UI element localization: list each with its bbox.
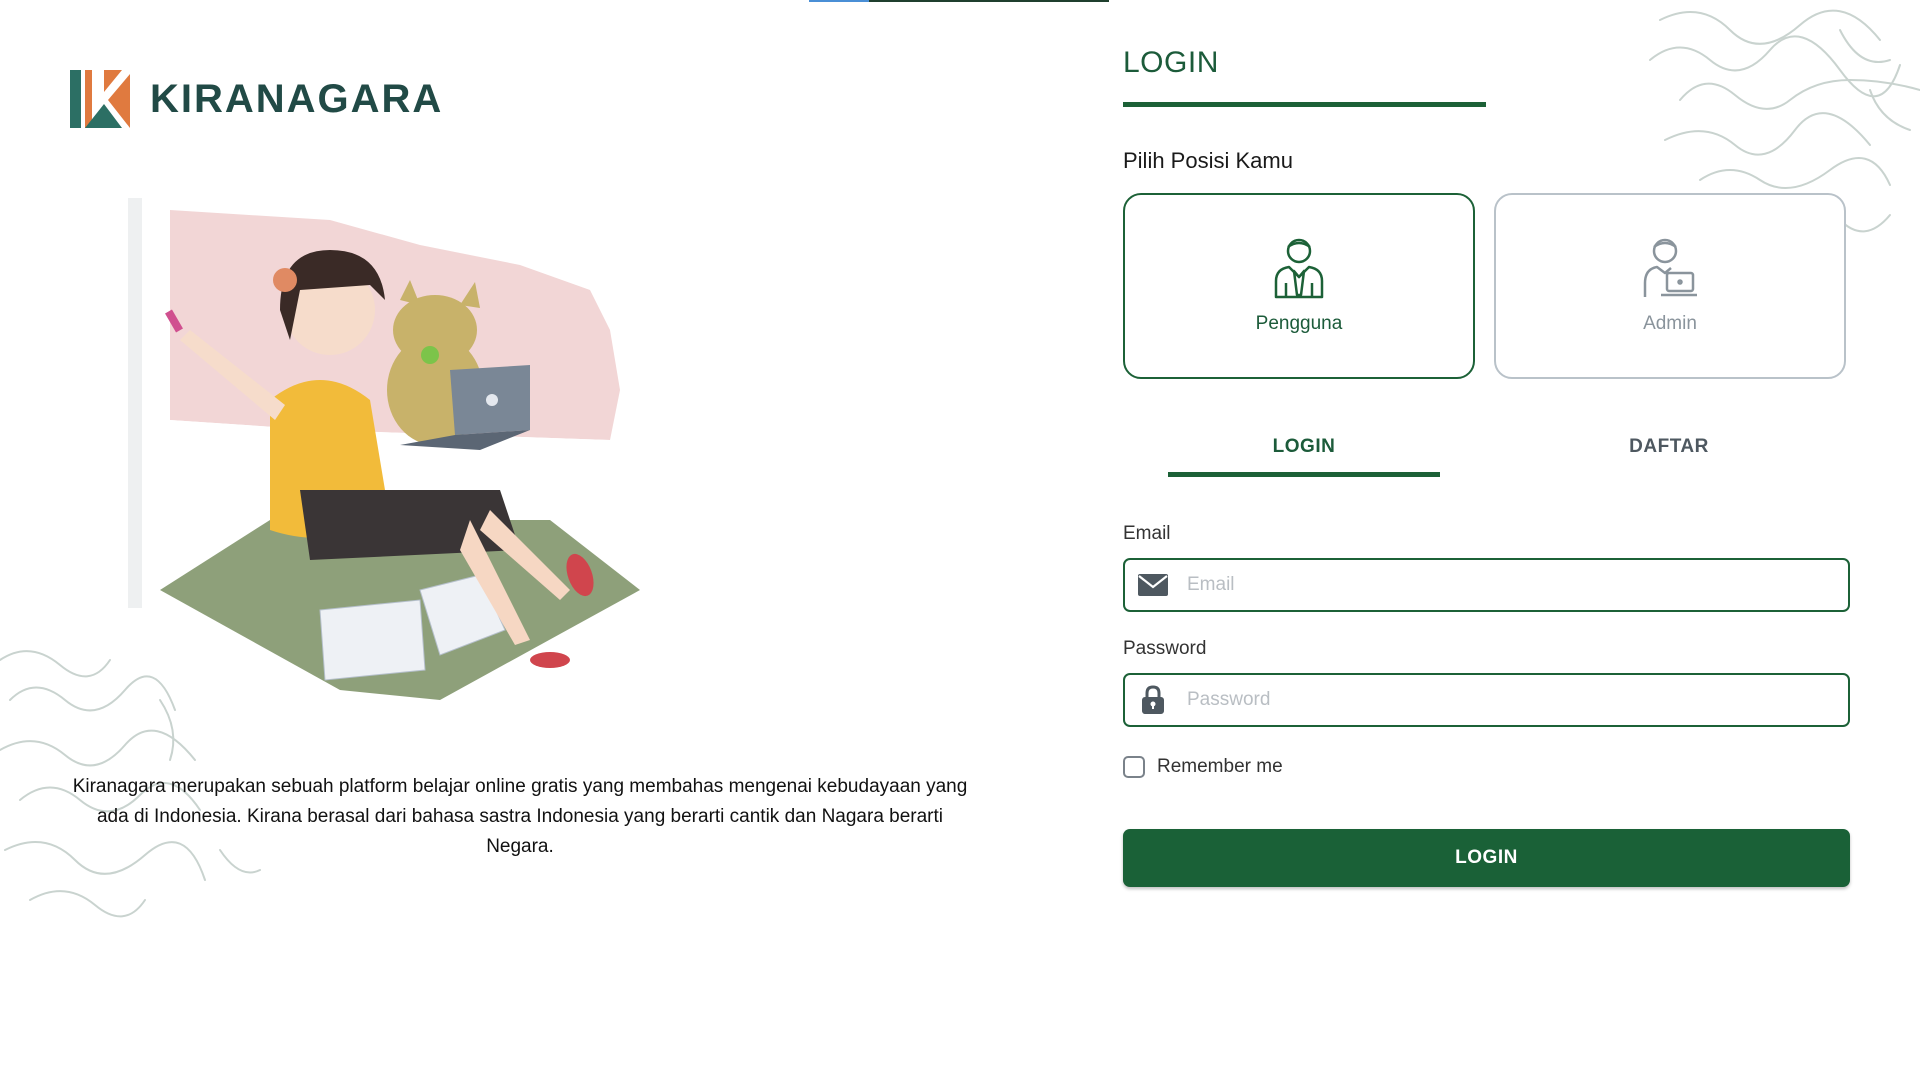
- tab-login[interactable]: LOGIN: [1168, 436, 1440, 458]
- remember-me-label: Remember me: [1157, 756, 1283, 777]
- role-label-admin: Admin: [1643, 313, 1697, 334]
- kiranagara-logo-icon: [70, 70, 130, 128]
- admin-icon: [1643, 238, 1697, 297]
- top-progress-bar: [809, 0, 1109, 2]
- role-card-admin[interactable]: Admin: [1494, 193, 1846, 379]
- active-tab-indicator: [1168, 472, 1440, 477]
- password-field-wrapper: [1123, 673, 1850, 727]
- email-label: Email: [1123, 523, 1171, 544]
- login-button[interactable]: LOGIN: [1123, 829, 1850, 887]
- brand-logo[interactable]: KIRANAGARA: [70, 70, 443, 128]
- email-field-wrapper: [1123, 558, 1850, 612]
- tab-daftar[interactable]: DAFTAR: [1533, 436, 1805, 458]
- password-label: Password: [1123, 638, 1207, 659]
- remember-me-checkbox[interactable]: [1123, 756, 1145, 778]
- lock-icon: [1138, 685, 1168, 714]
- login-title-underline: [1123, 102, 1486, 107]
- platform-description: Kiranagara merupakan sebuah platform bel…: [72, 776, 968, 857]
- user-icon: [1274, 238, 1324, 299]
- login-title: LOGIN: [1123, 46, 1219, 79]
- email-input[interactable]: [1185, 573, 1829, 597]
- hero-illustration: [128, 198, 640, 700]
- role-card-pengguna[interactable]: Pengguna: [1123, 193, 1475, 379]
- choose-position-label: Pilih Posisi Kamu: [1123, 148, 1293, 173]
- password-input[interactable]: [1185, 688, 1829, 712]
- remember-me[interactable]: Remember me: [1123, 756, 1283, 778]
- top-progress-fill: [809, 0, 869, 2]
- brand-name: KIRANAGARA: [150, 76, 444, 121]
- role-label-pengguna: Pengguna: [1255, 313, 1343, 334]
- envelope-icon: [1138, 572, 1168, 598]
